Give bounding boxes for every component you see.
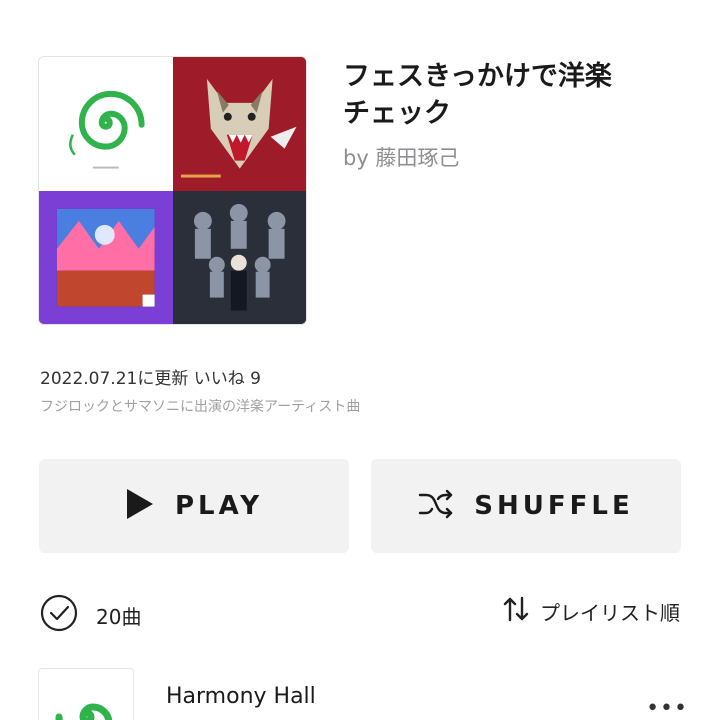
play-icon <box>125 487 155 525</box>
neon-landscape-cover <box>39 190 173 324</box>
sort-label: プレイリスト順 <box>540 600 680 625</box>
play-button[interactable]: PLAY <box>39 459 349 553</box>
shuffle-button[interactable]: SHUFFLE <box>371 459 681 553</box>
playlist-meta: 2022.07.21に更新 いいね 9 <box>40 369 261 389</box>
track-title: Harmony Hall <box>166 684 316 709</box>
track-artwork <box>38 668 134 720</box>
playlist-cover-grid <box>38 56 307 325</box>
playlist-author[interactable]: by 藤田琢己 <box>343 142 459 172</box>
playlist-title-line2: チェック <box>343 98 451 129</box>
track-count: 20曲 <box>96 604 142 629</box>
play-label: PLAY <box>174 491 264 521</box>
shuffle-label: SHUFFLE <box>474 491 634 521</box>
check-circle-icon[interactable] <box>40 594 78 636</box>
shuffle-icon <box>418 489 454 523</box>
playlist-title: フェスきっかけで洋楽 チェック <box>343 58 693 132</box>
sort-order-button[interactable]: プレイリスト順 <box>502 596 680 626</box>
more-options-icon[interactable]: ••• <box>646 696 688 720</box>
playlist-description: フジロックとサマソニに出演の洋楽アーティスト曲 <box>40 399 361 415</box>
figures-cover <box>172 190 306 324</box>
wolf-cover <box>172 57 306 191</box>
sort-arrows-icon <box>502 596 530 626</box>
track-count-row: 20曲 <box>40 594 141 636</box>
track-row[interactable]: Harmony Hall ••• <box>38 668 688 720</box>
spiral-snake-cover <box>39 57 173 191</box>
playlist-title-line1: フェスきっかけで洋楽 <box>343 61 612 92</box>
